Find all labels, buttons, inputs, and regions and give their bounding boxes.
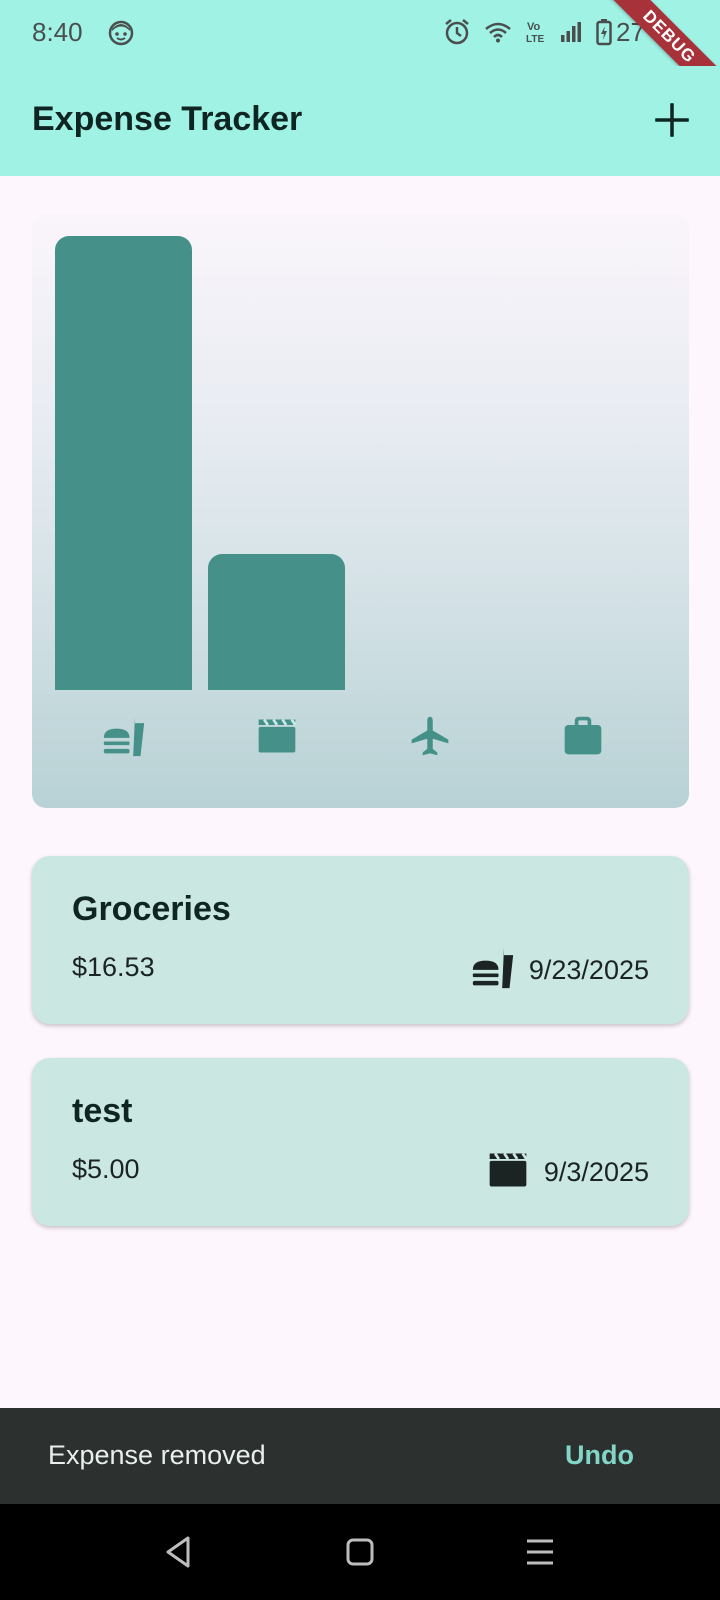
expense-title: Groceries <box>72 890 231 928</box>
svg-text:LTE: LTE <box>526 34 544 45</box>
snackbar-message: Expense removed <box>48 1440 266 1470</box>
svg-text:Vo: Vo <box>527 21 541 33</box>
work-icon <box>561 714 605 763</box>
add-expense-button[interactable] <box>648 96 696 144</box>
face-icon <box>108 20 134 51</box>
movie-icon <box>486 1148 530 1197</box>
expense-meta: 9/23/2025 <box>471 946 649 995</box>
add-icon <box>655 103 689 137</box>
system-nav-bar <box>0 1504 720 1600</box>
back-icon[interactable] <box>162 1534 194 1575</box>
alarm-icon <box>444 18 470 51</box>
expense-amount: $5.00 <box>72 1154 140 1184</box>
snackbar: Expense removed Undo <box>0 1408 720 1504</box>
signal-icon <box>560 21 582 48</box>
undo-button[interactable]: Undo <box>565 1440 634 1471</box>
home-icon[interactable] <box>344 1534 376 1575</box>
fastfood-icon <box>471 946 515 995</box>
battery-charging-icon <box>596 18 612 51</box>
expense-date: 9/3/2025 <box>543 1157 649 1187</box>
expense-date: 9/23/2025 <box>528 955 649 985</box>
chart-bar-food <box>55 236 192 690</box>
expense-item[interactable]: test $5.00 9/3/2025 <box>32 1058 689 1226</box>
flight-icon <box>408 714 452 763</box>
status-time: 8:40 <box>32 17 83 47</box>
movie-icon <box>255 714 299 763</box>
volte-icon: Vo LTE <box>526 19 546 50</box>
status-bar: 8:40 Vo LTE 27 <box>0 0 720 66</box>
recents-icon[interactable] <box>524 1534 556 1575</box>
wifi-icon <box>484 21 512 48</box>
expense-meta: 9/3/2025 <box>486 1148 649 1197</box>
chart-bar-leisure <box>208 554 345 690</box>
expense-title: test <box>72 1092 133 1130</box>
expense-chart <box>32 214 689 808</box>
app-bar: Expense Tracker <box>0 66 720 176</box>
status-icons: Vo LTE <box>444 18 612 51</box>
page-title: Expense Tracker <box>32 100 303 138</box>
expense-amount: $16.53 <box>72 952 155 982</box>
expense-item[interactable]: Groceries $16.53 9/23/2025 <box>32 856 689 1024</box>
fastfood-icon <box>102 714 146 763</box>
